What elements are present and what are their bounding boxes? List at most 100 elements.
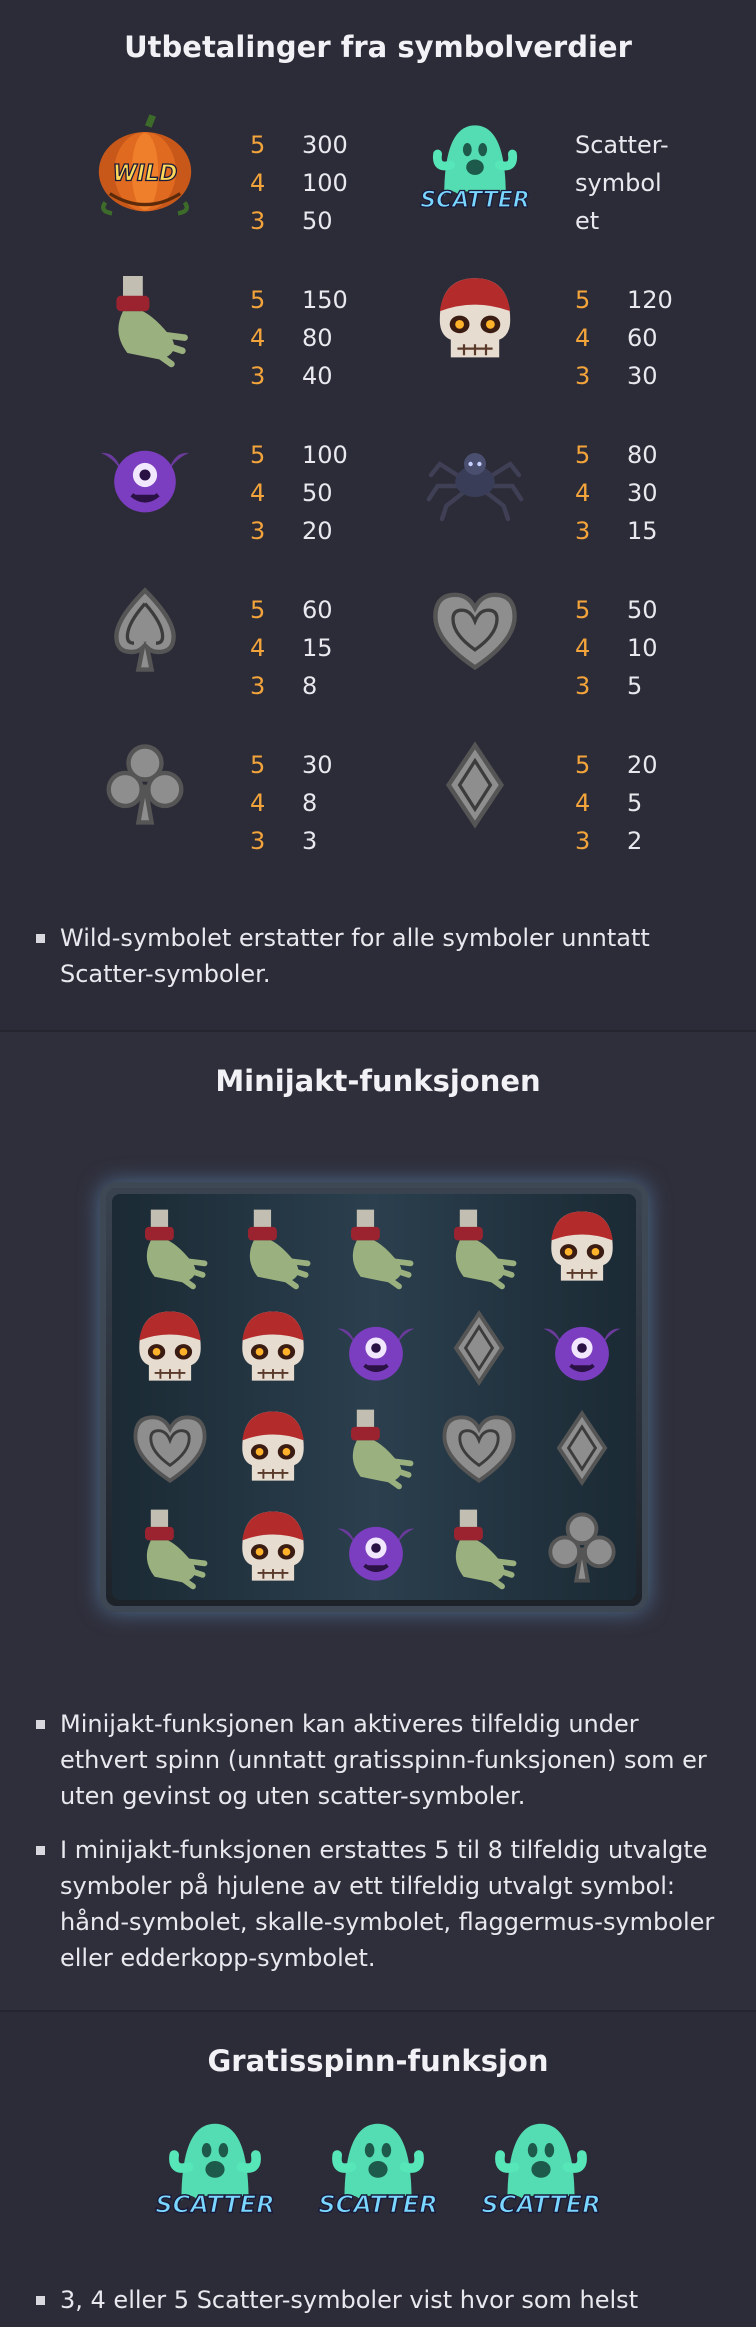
payout-value: 150 [302,286,348,314]
payout-value: 80 [302,324,333,352]
payout-line: 5 30 [250,746,333,784]
symbol-count: 5 [250,131,266,159]
scatter-ghost-icon: SCATTER [420,110,530,220]
symbol-count: 3 [575,517,591,545]
diamond-icon [420,730,530,840]
payout-line: 5 100 [250,436,348,474]
paytable-row: 5 150 4 80 3 40 5 120 4 60 3 30 [0,265,756,390]
payout-line: 5 80 [575,436,658,474]
symbol-count: 4 [250,789,266,817]
diamond-icon [431,1300,527,1396]
payout-line: 48 [250,784,333,822]
symbol-count: 5 [575,286,591,314]
payout-value: 60 [627,324,658,352]
minijakt-title: Minijakt-funksjonen [215,1064,541,1098]
symbol-count: 4 [250,169,266,197]
scatter-description-line: et [575,207,600,235]
symbol-count: 3 [250,827,266,855]
payout-value: 20 [302,517,333,545]
symbol-count: 4 [575,789,591,817]
symbol-count: 3 [575,672,591,700]
payout-value: 3 [302,827,318,855]
payout-value: 8 [302,672,318,700]
minijakt-rule-1: Minijakt-funksjonen kan aktiveres tilfel… [36,1706,720,1814]
payout-value: 50 [302,479,333,507]
heart-icon [122,1400,218,1496]
symbol-count: 4 [575,324,591,352]
payout-line: 5 150 [250,281,348,319]
svg-text:WILD: WILD [113,161,178,186]
skull-icon [225,1400,321,1496]
club-icon [90,730,200,840]
scatter-ghost-icon: SCATTER [318,2107,438,2227]
payout-line: 3 30 [575,357,673,395]
scatter-description: Scatter-symbol et [575,126,685,240]
symbol-count: 3 [575,827,591,855]
payout-line: 4 15 [250,629,333,667]
scatter-ghost-icon: SCATTER [481,2107,601,2227]
payout-line: 45 [575,784,658,822]
skull-icon [534,1200,630,1296]
paytable-title: Utbetalinger fra symbolverdier [124,30,632,64]
payout-list: 5 60 4 15 3 8 [250,591,333,705]
skull-icon [122,1300,218,1396]
payout-value: 30 [627,479,658,507]
payout-line: 3 40 [250,357,348,395]
gratisspinn-section: Gratisspinn-funksjon SCATTER SCATTER SCA… [0,2010,756,2327]
zombie-hand-icon [90,265,200,375]
symbol-count: 5 [250,751,266,779]
zombie-hand-icon [122,1200,218,1296]
paytable-row: 5 100 4 50 3 20 5 80 4 30 3 15 [0,420,756,545]
svg-text:SCATTER: SCATTER [481,2191,600,2219]
payout-value: 60 [302,596,333,624]
payout-value: 15 [302,634,333,662]
payout-value: 120 [627,286,673,314]
zombie-hand-icon [328,1400,424,1496]
payout-line: 3 50 [250,202,348,240]
payout-line: 3 20 [250,512,348,550]
payout-line: 4 30 [575,474,658,512]
svg-text:SCATTER: SCATTER [155,2191,274,2219]
svg-text:SCATTER: SCATTER [318,2191,437,2219]
symbol-count: 3 [250,362,266,390]
payout-value: 80 [627,441,658,469]
scatter-description-line: Scatter- [575,131,669,159]
payout-line: 5 50 [575,591,658,629]
symbol-count: 3 [250,207,266,235]
symbol-count: 3 [250,517,266,545]
wild-pumpkin-icon: WILD [90,110,200,220]
payout-value: 50 [627,596,658,624]
zombie-hand-icon [431,1500,527,1596]
paytable-section: Utbetalinger fra symbolverdier WILD 5 300 4… [0,0,756,1030]
gratisspinn-rule: 3, 4 eller 5 Scatter-symboler vist hvor … [36,2282,720,2318]
symbol-count: 5 [250,441,266,469]
payout-line: 3 15 [575,512,658,550]
paytable-row: 5 60 4 15 3 8 5 50 4 10 3 5 [0,575,756,700]
payout-value: 8 [302,789,318,817]
payout-line: 38 [250,667,333,705]
minijakt-section: Minijakt-funksjonen Minijakt-funksjonen … [0,1030,756,2012]
payout-line: 5 300 [250,126,348,164]
symbol-count: 4 [575,479,591,507]
payout-value: 100 [302,169,348,197]
zombie-hand-icon [225,1200,321,1296]
diamond-icon [534,1400,630,1496]
scatter-row: SCATTER SCATTER SCATTER [0,2107,756,2247]
wild-rule-text: Wild-symbolet erstatter for alle symbole… [36,920,720,992]
payout-value: 10 [627,634,658,662]
payout-line: 4 60 [575,319,673,357]
bat-icon [328,1300,424,1396]
gratisspinn-title: Gratisspinn-funksjon [207,2044,549,2078]
payout-line: 4 100 [250,164,348,202]
payout-line: 32 [575,822,658,860]
symbol-count: 5 [575,751,591,779]
symbol-count: 5 [250,596,266,624]
payout-line: 4 80 [250,319,348,357]
payout-value: 40 [302,362,333,390]
payout-line: 5 120 [575,281,673,319]
bat-icon [328,1500,424,1596]
scatter-ghost-icon: SCATTER [155,2107,275,2227]
payout-value: 50 [302,207,333,235]
club-icon [534,1500,630,1596]
paytable-row: 5 30 4 8 3 3 5 20 4 5 3 2 [0,730,756,855]
